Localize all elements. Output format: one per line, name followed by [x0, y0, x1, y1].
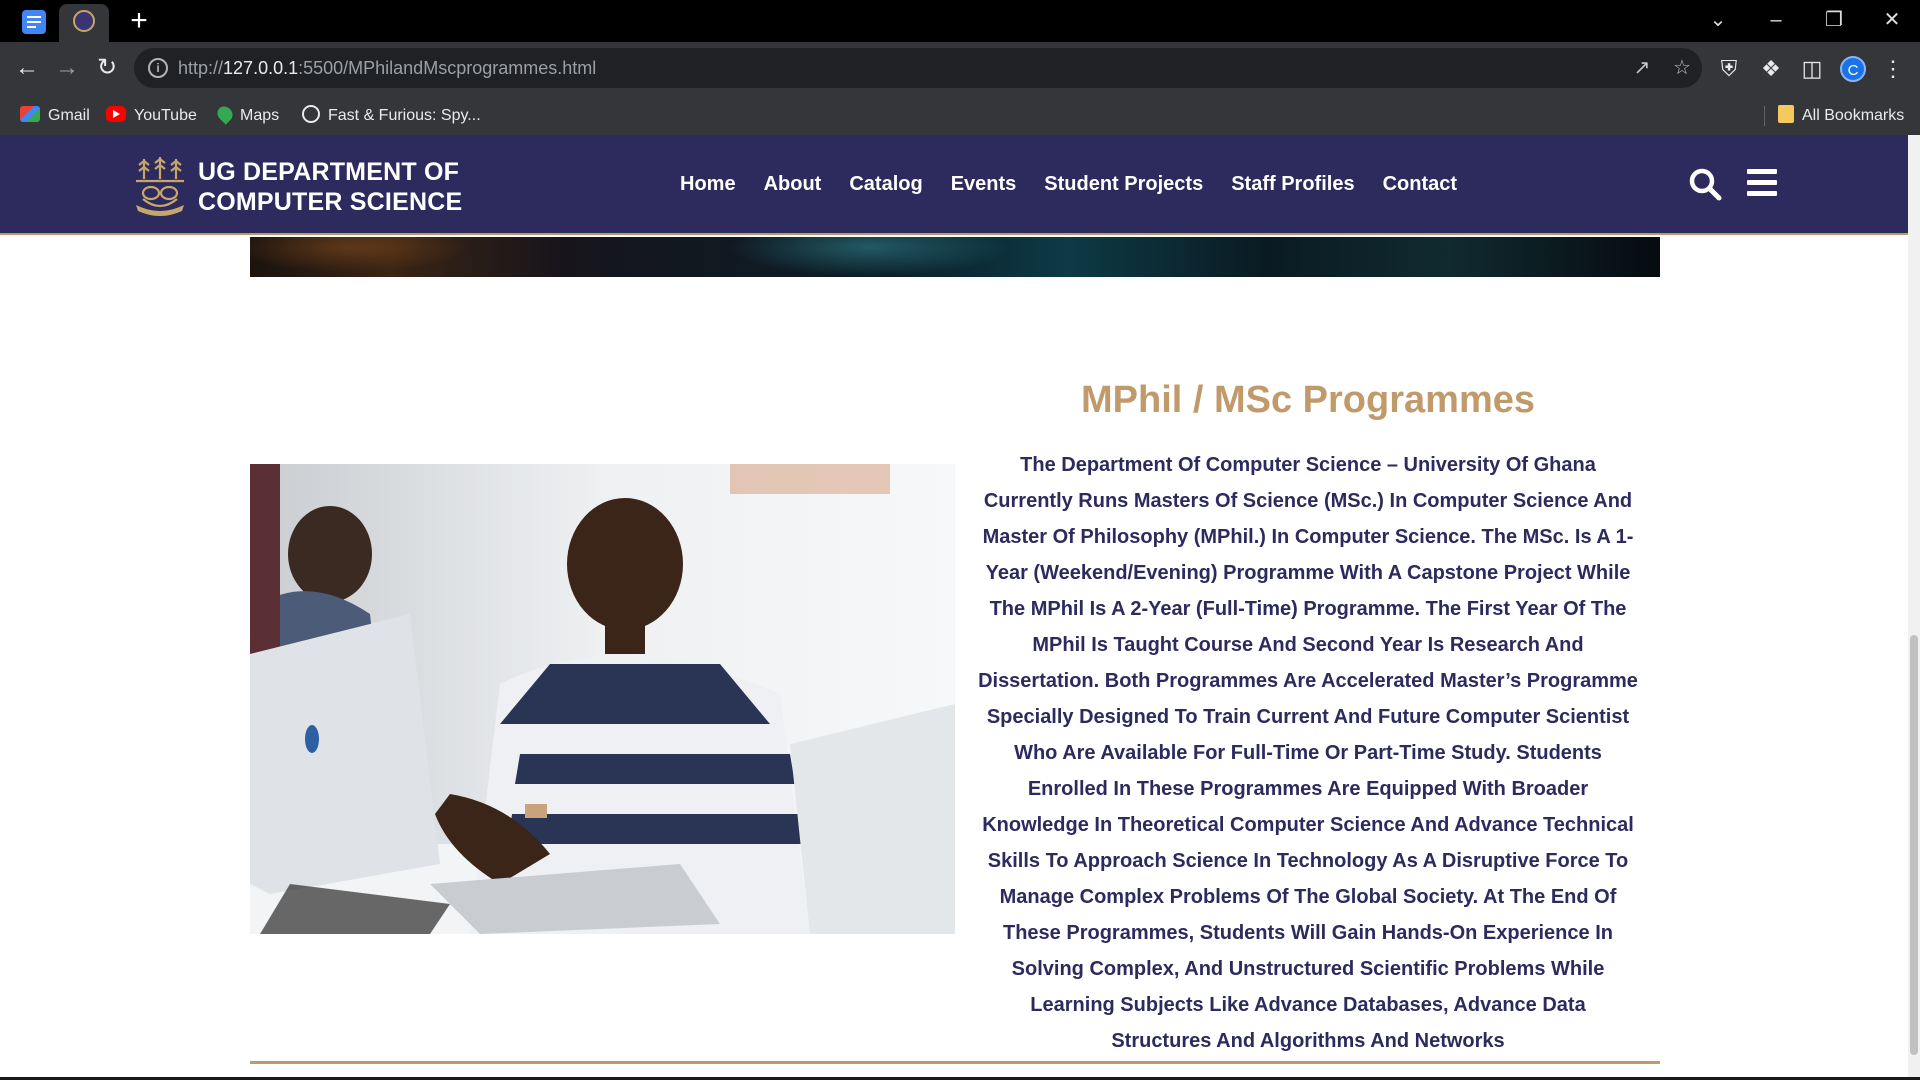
- bookmark-maps[interactable]: Maps: [214, 97, 280, 135]
- bookmark-label: Maps: [240, 107, 280, 124]
- new-tab-icon[interactable]: +: [122, 4, 156, 38]
- bookmarks-divider: [1764, 106, 1765, 126]
- nav-events[interactable]: Events: [951, 173, 1017, 196]
- page-scrollbar[interactable]: [1908, 135, 1920, 1080]
- site-title[interactable]: UG DEPARTMENT OF COMPUTER SCIENCE: [198, 157, 462, 217]
- address-url[interactable]: http://127.0.0.1:5500/MPhilandMscprogram…: [178, 48, 596, 88]
- all-bookmarks-label: All Bookmarks: [1802, 107, 1905, 124]
- shield-extension-icon[interactable]: ⛨: [1714, 54, 1744, 84]
- section-divider: [250, 1061, 1660, 1064]
- bookmark-label: Gmail: [48, 107, 90, 124]
- search-icon[interactable]: [1688, 167, 1722, 201]
- scrollbar-thumb[interactable]: [1910, 635, 1918, 1055]
- programmes-description: The Department Of Computer Science – Uni…: [978, 454, 1638, 1052]
- bookmark-label: YouTube: [134, 107, 197, 124]
- ug-crest-logo[interactable]: [132, 155, 188, 217]
- docs-tab-icon[interactable]: [22, 10, 46, 34]
- main-nav: Home About Catalog Events Student Projec…: [680, 135, 1457, 233]
- site-favicon-icon: [73, 10, 95, 32]
- folder-icon: [1778, 104, 1794, 123]
- nav-contact[interactable]: Contact: [1383, 173, 1457, 196]
- programmes-heading: MPhil / MSc Programmes: [1080, 379, 1535, 421]
- url-path: :5500/MPhilandMscprogrammes.html: [298, 58, 597, 78]
- browser-menu-icon[interactable]: ⋮: [1878, 54, 1908, 84]
- bookmark-star-icon[interactable]: ☆: [1670, 56, 1694, 80]
- maps-icon: [214, 103, 236, 125]
- restore-icon[interactable]: ❐: [1806, 0, 1862, 42]
- student-laptop-photo: [250, 464, 955, 934]
- nav-catalog[interactable]: Catalog: [849, 173, 922, 196]
- youtube-icon: [106, 105, 126, 122]
- address-bar[interactable]: i http://127.0.0.1:5500/MPhilandMscprogr…: [134, 48, 1702, 88]
- forward-icon[interactable]: →: [49, 50, 85, 86]
- url-host: 127.0.0.1: [223, 58, 299, 78]
- browser-toolbar: ← → ↻ i http://127.0.0.1:5500/MPhilandMs…: [0, 42, 1920, 97]
- nav-home[interactable]: Home: [680, 173, 736, 196]
- side-panel-icon[interactable]: ◫: [1797, 54, 1827, 84]
- close-window-icon[interactable]: ✕: [1864, 0, 1920, 42]
- site-info-icon[interactable]: i: [148, 58, 168, 78]
- share-icon[interactable]: ↗: [1630, 56, 1654, 80]
- bookmark-gmail[interactable]: Gmail: [20, 97, 90, 135]
- extensions-puzzle-icon[interactable]: ❖: [1756, 54, 1786, 84]
- nav-staff-profiles[interactable]: Staff Profiles: [1231, 173, 1354, 196]
- bookmark-youtube[interactable]: YouTube: [106, 97, 197, 135]
- reload-icon[interactable]: ↻: [89, 50, 125, 86]
- bookmark-fast-furious[interactable]: Fast & Furious: Spy...: [302, 97, 481, 135]
- minimize-icon[interactable]: –: [1748, 0, 1804, 42]
- all-bookmarks-folder[interactable]: All Bookmarks: [1778, 97, 1904, 135]
- hamburger-menu-icon[interactable]: [1747, 169, 1777, 197]
- url-scheme: http://: [178, 58, 224, 78]
- bookmarks-bar: Gmail YouTube Maps Fast & Furious: Spy..…: [0, 97, 1920, 136]
- profile-avatar[interactable]: C: [1840, 56, 1866, 82]
- bookmark-label: Fast & Furious: Spy...: [328, 107, 481, 124]
- globe-icon: [302, 104, 320, 123]
- site-title-line2: COMPUTER SCIENCE: [198, 188, 463, 216]
- hero-banner-image: [250, 237, 1660, 277]
- gmail-icon: [20, 105, 40, 122]
- active-tab[interactable]: [59, 4, 109, 42]
- site-title-line1: UG DEPARTMENT OF: [198, 158, 460, 186]
- browser-tab-strip: + ⌄ – ❐ ✕: [0, 0, 1920, 42]
- nav-about[interactable]: About: [764, 173, 822, 196]
- site-header: UG DEPARTMENT OF COMPUTER SCIENCE Home A…: [0, 135, 1908, 235]
- tab-search-chevron-icon[interactable]: ⌄: [1690, 0, 1746, 42]
- nav-student-projects[interactable]: Student Projects: [1044, 173, 1203, 196]
- back-icon[interactable]: ←: [9, 50, 45, 86]
